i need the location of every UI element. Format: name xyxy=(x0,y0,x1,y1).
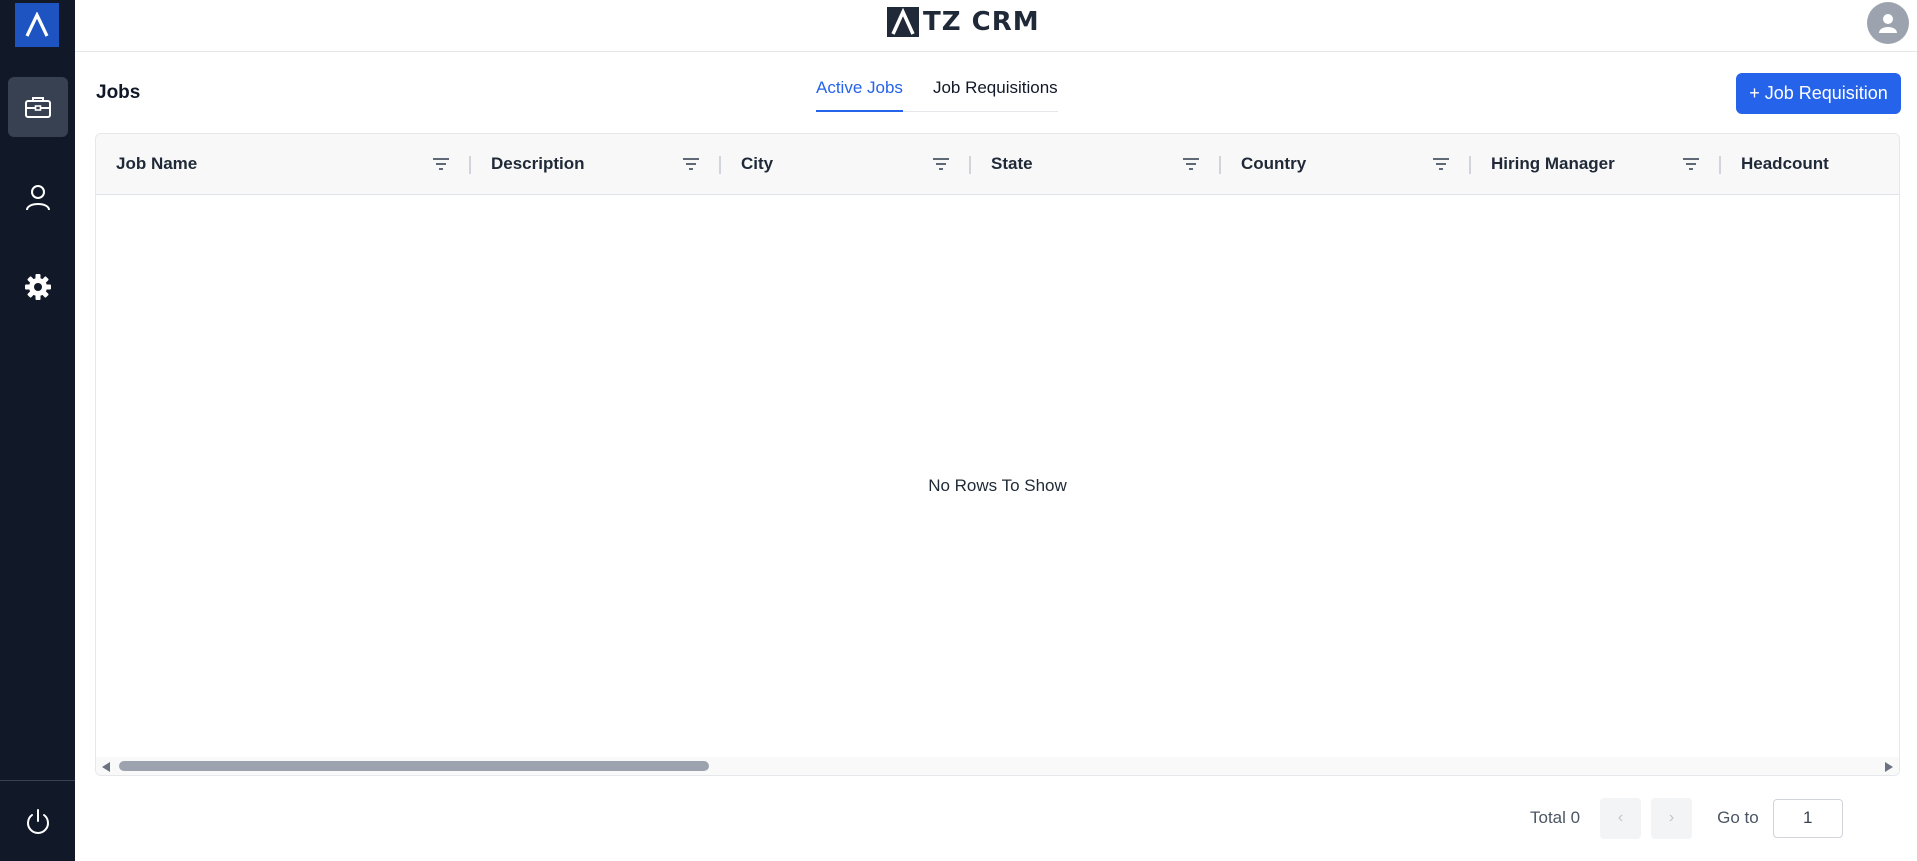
sidebar-item-settings[interactable] xyxy=(8,257,68,317)
logo-icon xyxy=(25,12,49,37)
tab-active-jobs[interactable]: Active Jobs xyxy=(816,76,903,112)
column-header-hiring-manager[interactable]: Hiring Manager xyxy=(1471,134,1721,195)
next-page-button[interactable]: › xyxy=(1651,797,1693,839)
column-label: Job Name xyxy=(116,154,198,173)
scrollbar-thumb[interactable] xyxy=(119,761,709,771)
pagination: Total 0 ‹ › Go to xyxy=(1530,796,1843,840)
horizontal-scrollbar[interactable] xyxy=(96,757,1899,775)
prev-page-button[interactable]: ‹ xyxy=(1600,797,1642,839)
filter-icon[interactable] xyxy=(932,156,950,172)
jobs-grid: Job Name Description City State Country … xyxy=(95,133,1900,776)
filter-icon[interactable] xyxy=(432,156,450,172)
avatar[interactable] xyxy=(1867,2,1909,44)
briefcase-icon xyxy=(25,97,51,118)
user-icon xyxy=(26,185,50,211)
logout-button[interactable] xyxy=(8,792,68,852)
scroll-right-icon[interactable] xyxy=(1885,762,1893,772)
column-header-headcount[interactable]: Headcount xyxy=(1721,134,1899,195)
column-label: State xyxy=(991,154,1033,173)
page-title: Jobs xyxy=(96,82,141,103)
column-label: Country xyxy=(1241,154,1307,173)
gear-icon xyxy=(25,274,51,300)
user-avatar-icon xyxy=(1879,14,1897,33)
column-label: Hiring Manager xyxy=(1491,154,1615,173)
scroll-left-icon[interactable] xyxy=(102,762,110,772)
column-label: Headcount xyxy=(1741,154,1829,173)
brand-mark-icon xyxy=(887,7,919,37)
column-header-job-name[interactable]: Job Name xyxy=(96,134,471,195)
goto-label: Go to xyxy=(1717,808,1759,827)
sidebar-divider xyxy=(0,780,75,781)
brand-name: TZ CRM xyxy=(923,7,1040,37)
filter-icon[interactable] xyxy=(682,156,700,172)
total-count: Total 0 xyxy=(1530,808,1581,827)
column-header-city[interactable]: City xyxy=(721,134,971,195)
tab-job-requisitions[interactable]: Job Requisitions xyxy=(933,76,1058,112)
column-header-country[interactable]: Country xyxy=(1221,134,1471,195)
tabs: Active Jobs Job Requisitions xyxy=(816,76,1058,112)
app-logo[interactable] xyxy=(15,3,59,47)
sidebar-item-users[interactable] xyxy=(8,167,68,227)
filter-icon[interactable] xyxy=(1432,156,1450,172)
sidebar xyxy=(0,0,75,861)
filter-icon[interactable] xyxy=(1682,156,1700,172)
filter-icon[interactable] xyxy=(1182,156,1200,172)
column-header-state[interactable]: State xyxy=(971,134,1221,195)
column-label: City xyxy=(741,154,774,173)
column-header-description[interactable]: Description xyxy=(471,134,721,195)
brand-logo[interactable]: TZ CRM xyxy=(887,7,1040,37)
add-job-requisition-button[interactable]: + Job Requisition xyxy=(1736,73,1901,114)
column-label: Description xyxy=(491,154,585,173)
top-bar: TZ CRM xyxy=(75,0,1917,52)
grid-header: Job Name Description City State Country … xyxy=(96,134,1899,195)
power-icon xyxy=(27,809,49,834)
sidebar-item-jobs[interactable] xyxy=(8,77,68,137)
goto-page-input[interactable] xyxy=(1772,798,1843,838)
empty-state-message: No Rows To Show xyxy=(928,476,1067,495)
